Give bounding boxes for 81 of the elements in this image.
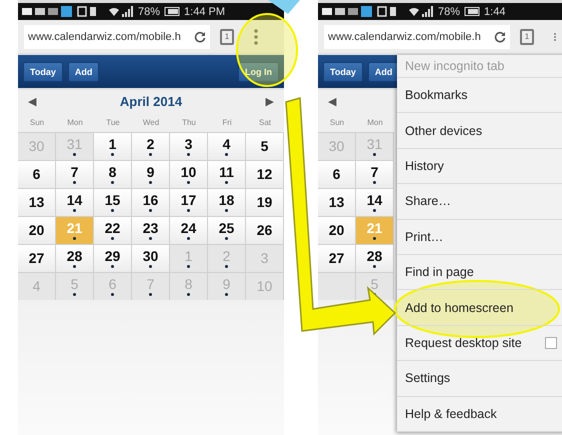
- day-cell[interactable]: 20: [18, 216, 56, 244]
- day-cell[interactable]: 29: [94, 244, 132, 272]
- weekday-label: Thu: [181, 116, 197, 128]
- menu-item[interactable]: Add to homescreen: [397, 290, 562, 326]
- callout-tail: [268, 0, 300, 14]
- day-cell[interactable]: 8: [94, 160, 132, 188]
- menu-item[interactable]: Settings: [397, 361, 562, 397]
- month-title: April 2014: [120, 94, 182, 108]
- menu-item[interactable]: Request desktop site: [397, 326, 562, 362]
- url-field[interactable]: www.calendarwiz.com/mobile.h: [24, 24, 210, 48]
- day-cell[interactable]: 15: [94, 188, 132, 216]
- day-cell[interactable]: 5: [246, 132, 284, 160]
- url-field[interactable]: www.calendarwiz.com/mobile.h: [324, 24, 510, 48]
- menu-item[interactable]: Bookmarks: [397, 78, 562, 114]
- day-cell[interactable]: 20: [318, 216, 356, 244]
- day-cell[interactable]: 6: [318, 160, 356, 188]
- day-cell[interactable]: 28: [56, 244, 94, 272]
- previous-month-button[interactable]: ◀: [28, 94, 36, 108]
- day-cell[interactable]: 16: [132, 188, 170, 216]
- menu-item[interactable]: Share…: [397, 184, 562, 220]
- day-cell[interactable]: 9: [132, 160, 170, 188]
- day-cell[interactable]: 23: [132, 216, 170, 244]
- day-cell[interactable]: 7: [356, 160, 394, 188]
- battery-percent: 78%: [138, 6, 160, 18]
- menu-item[interactable]: Find in page: [397, 255, 562, 290]
- day-cell[interactable]: 11: [208, 160, 246, 188]
- next-month-button[interactable]: ▶: [266, 94, 274, 108]
- day-cell[interactable]: 27: [18, 244, 56, 272]
- day-cell[interactable]: 7: [56, 160, 94, 188]
- day-cell[interactable]: 4: [208, 132, 246, 160]
- menu-item[interactable]: Print…: [397, 220, 562, 256]
- day-cell[interactable]: 22: [94, 216, 132, 244]
- menu-item[interactable]: Help & feedback: [397, 396, 562, 432]
- day-cell[interactable]: 19: [246, 188, 284, 216]
- checkbox[interactable]: [545, 337, 557, 350]
- signal-icon: [108, 6, 134, 17]
- menu-item[interactable]: History: [397, 148, 562, 184]
- weekday-label: Tue: [105, 116, 121, 128]
- day-cell[interactable]: 17: [170, 188, 208, 216]
- day-cell[interactable]: 3: [170, 132, 208, 160]
- add-button[interactable]: Add: [368, 62, 400, 82]
- battery-percent: 78%: [438, 6, 460, 18]
- day-cell[interactable]: 13: [18, 188, 56, 216]
- reload-icon[interactable]: [194, 30, 206, 42]
- previous-month-button[interactable]: ◀: [328, 94, 336, 108]
- day-cell[interactable]: 28: [356, 244, 394, 272]
- day-cell[interactable]: 6: [18, 160, 56, 188]
- day-cell[interactable]: 10: [170, 160, 208, 188]
- day-cell[interactable]: 18: [208, 188, 246, 216]
- today-button[interactable]: Today: [323, 62, 363, 82]
- today-button[interactable]: Today: [23, 62, 63, 82]
- reload-icon[interactable]: [494, 30, 506, 42]
- day-cell[interactable]: 27: [318, 244, 356, 272]
- battery-icon: [164, 7, 180, 16]
- tabs-button[interactable]: 1: [520, 28, 534, 44]
- weekday-label: Mon: [366, 116, 384, 128]
- tabs-button[interactable]: 1: [220, 28, 234, 44]
- day-cell[interactable]: 14: [356, 188, 394, 216]
- weekday-label: Fri: [221, 116, 233, 128]
- battery-icon: [464, 7, 480, 16]
- day-cell[interactable]: 14: [56, 188, 94, 216]
- day-cell[interactable]: 24: [170, 216, 208, 244]
- clock-time: 1:44 PM: [184, 6, 225, 18]
- day-cell[interactable]: 1: [94, 132, 132, 160]
- day-cell[interactable]: 12: [246, 160, 284, 188]
- weekday-label: Sun: [28, 116, 46, 128]
- menu-icon[interactable]: [254, 28, 258, 44]
- signal-icon: [408, 6, 434, 17]
- weekday-label: Wed: [142, 116, 160, 128]
- day-cell[interactable]: 25: [208, 216, 246, 244]
- menu-item[interactable]: Other devices: [397, 113, 562, 149]
- day-cell[interactable]: 30: [132, 244, 170, 272]
- add-button[interactable]: Add: [68, 62, 100, 82]
- day-cell[interactable]: 13: [318, 188, 356, 216]
- weekday-label: Sun: [328, 116, 346, 128]
- clock-time: 1:44: [484, 6, 506, 18]
- weekday-label: Sat: [258, 116, 272, 128]
- day-cell[interactable]: [318, 272, 356, 300]
- day-cell[interactable]: 26: [246, 216, 284, 244]
- day-cell[interactable]: 2: [132, 132, 170, 160]
- weekday-label: Mon: [66, 116, 84, 128]
